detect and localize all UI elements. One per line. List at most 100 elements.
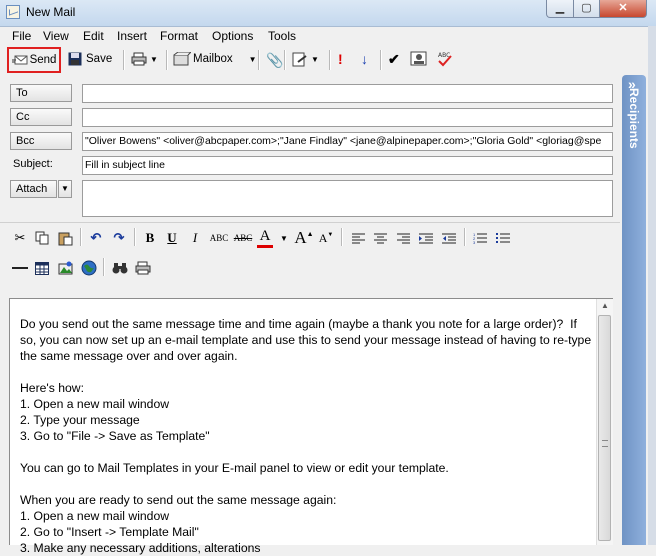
indent-button[interactable]: [418, 228, 434, 248]
menu-insert[interactable]: Insert: [117, 29, 147, 43]
scroll-grip: [602, 440, 608, 447]
print-preview-button[interactable]: [134, 258, 152, 278]
indent-icon: [419, 233, 433, 243]
to-button[interactable]: To: [10, 84, 72, 102]
shrink-font-button[interactable]: A ▼: [318, 228, 334, 248]
undo-icon: ↶: [90, 230, 102, 245]
save-button[interactable]: Save: [68, 52, 112, 66]
insert-image-button[interactable]: [57, 258, 75, 278]
bcc-field[interactable]: "Oliver Bowens" <oliver@abcpaper.com>;"J…: [82, 132, 613, 151]
numbered-list-button[interactable]: 123: [472, 228, 488, 248]
toolbar-separator: [258, 50, 260, 70]
align-left-button[interactable]: [350, 228, 366, 248]
printer-icon: [135, 261, 151, 275]
body-scrollbar[interactable]: ▲: [596, 299, 613, 545]
menu-tools[interactable]: Tools: [268, 29, 296, 43]
italic-button[interactable]: I: [187, 228, 203, 248]
cc-button[interactable]: Cc: [10, 108, 72, 126]
menu-bar: File View Edit Insert Format Options Too…: [0, 27, 656, 46]
high-priority-button[interactable]: !: [338, 51, 343, 67]
align-right-button[interactable]: [395, 228, 411, 248]
attachments-field[interactable]: [82, 180, 613, 217]
attach-dropdown-icon[interactable]: ▼: [58, 180, 72, 198]
checkmark-icon: ✔: [388, 51, 400, 67]
small-caps-button[interactable]: ABC: [208, 228, 230, 248]
save-label: Save: [86, 53, 113, 65]
grow-font-icon: A: [294, 228, 307, 247]
toolbar-separator: [380, 50, 382, 70]
address-card-icon: [410, 51, 427, 66]
align-right-icon: [396, 233, 410, 243]
insert-table-button[interactable]: [34, 258, 50, 278]
low-priority-button[interactable]: ↓: [361, 51, 368, 67]
outdent-button[interactable]: [441, 228, 457, 248]
menu-format[interactable]: Format: [160, 29, 198, 43]
shrink-font-icon: A: [318, 230, 328, 245]
mailbox-button[interactable]: Mailbox ▼: [173, 52, 257, 66]
close-button[interactable]: ✕: [599, 0, 647, 18]
grow-font-button[interactable]: A ▲: [294, 228, 313, 248]
send-button[interactable]: Send: [7, 47, 61, 73]
menu-edit[interactable]: Edit: [83, 29, 104, 43]
binoculars-icon: [112, 263, 128, 274]
to-field[interactable]: [82, 84, 613, 103]
address-book-button[interactable]: [410, 51, 428, 67]
paperclip-icon: 📎: [266, 52, 284, 68]
down-arrow-icon: ↓: [361, 51, 368, 67]
bcc-button[interactable]: Bcc: [10, 132, 72, 150]
menu-file[interactable]: File: [12, 29, 31, 43]
toolbar-separator: [329, 50, 331, 70]
bold-button[interactable]: B: [142, 228, 158, 248]
bullet-list-button[interactable]: [495, 228, 511, 248]
message-body-text[interactable]: Do you send out the same message time an…: [20, 316, 595, 556]
align-center-button[interactable]: [372, 228, 388, 248]
cut-button[interactable]: ✂: [12, 228, 28, 248]
toolbar-separator: [166, 50, 168, 70]
attach-paperclip-button[interactable]: 📎: [266, 52, 283, 69]
main-toolbar: Send Save ▼ Mailbox ▼ 📎 ▼ ! ↓ ✔ ABC: [0, 46, 620, 74]
find-button[interactable]: [111, 258, 129, 278]
image-icon: [58, 261, 73, 275]
align-center-icon: [373, 233, 387, 243]
toolbar-separator: [284, 50, 286, 70]
numbered-list-icon: 123: [473, 232, 487, 244]
mailbox-icon: [173, 52, 191, 66]
table-icon: [35, 261, 49, 275]
font-color-dropdown-icon[interactable]: ▼: [279, 228, 289, 248]
exclamation-icon: !: [338, 51, 343, 67]
insert-link-button[interactable]: [80, 258, 98, 278]
undo-button[interactable]: ↶: [88, 228, 104, 248]
scroll-thumb[interactable]: [598, 315, 611, 541]
strikethrough-button[interactable]: ABC: [232, 228, 254, 248]
return-receipt-button[interactable]: ✔: [388, 51, 400, 68]
copy-button[interactable]: [34, 228, 50, 248]
subject-field[interactable]: Fill in subject line: [82, 156, 613, 175]
mail-window-icon: [6, 5, 20, 19]
minimize-button[interactable]: ▁: [546, 0, 574, 18]
spellcheck-icon: ABC: [438, 52, 452, 67]
toolbar-separator: [464, 228, 466, 246]
bullet-list-icon: [496, 233, 510, 243]
cc-field[interactable]: [82, 108, 613, 127]
document-signature-icon: [292, 52, 307, 67]
mailbox-dropdown-icon[interactable]: ▼: [249, 55, 257, 64]
spell-check-button[interactable]: ABC: [436, 50, 454, 68]
signature-dropdown-icon[interactable]: ▼: [311, 55, 319, 64]
horizontal-line-icon: [12, 267, 28, 269]
toolbar-separator: [103, 258, 105, 276]
redo-button[interactable]: ↷: [111, 228, 127, 248]
menu-view[interactable]: View: [43, 29, 69, 43]
menu-options[interactable]: Options: [212, 29, 253, 43]
print-button[interactable]: ▼: [131, 52, 158, 66]
attach-button[interactable]: Attach: [10, 180, 57, 198]
maximize-button[interactable]: ▢: [573, 0, 600, 18]
underline-button[interactable]: U: [164, 228, 180, 248]
horizontal-line-button[interactable]: [11, 258, 29, 278]
scroll-up-arrow-icon[interactable]: ▲: [601, 301, 609, 310]
print-dropdown-icon[interactable]: ▼: [150, 55, 158, 64]
floppy-disk-icon: [68, 52, 82, 66]
font-color-button[interactable]: A: [257, 228, 273, 248]
paste-button[interactable]: [57, 228, 73, 248]
signature-button[interactable]: ▼: [292, 52, 319, 67]
toolbar-separator: [341, 228, 343, 246]
